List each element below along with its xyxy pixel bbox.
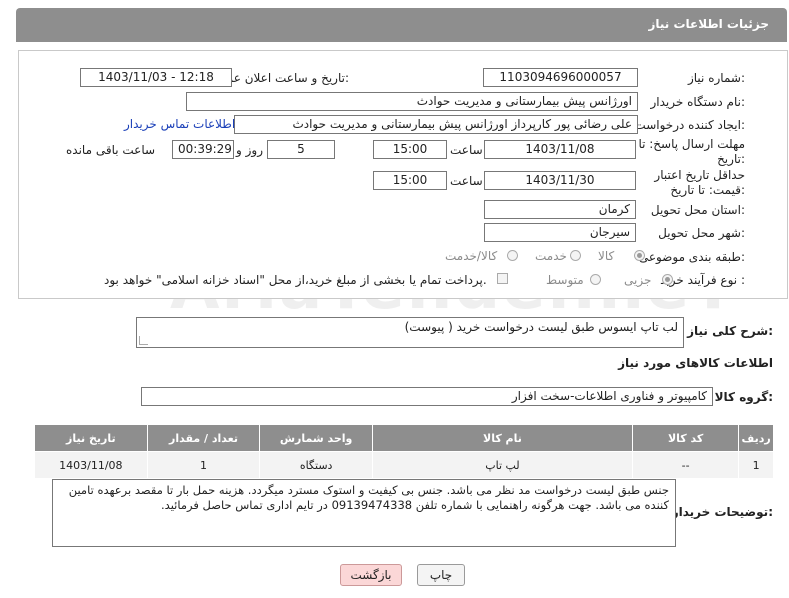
- category-radio-goods-service[interactable]: [507, 250, 518, 261]
- purchase-radio-minor[interactable]: [662, 274, 673, 285]
- goods-section-title: اطلاعات کالاهای مورد نیاز: [618, 356, 773, 370]
- reply-deadline-date: 1403/11/08: [484, 140, 636, 159]
- category-option-service: خدمت: [535, 249, 567, 263]
- col-header-row-number: ردیف: [738, 424, 774, 452]
- print-button[interactable]: چاپ: [417, 564, 465, 586]
- buyer-notes-field: جنس طبق لیست درخواست مد نظر می باشد. جنس…: [52, 479, 676, 547]
- city-field: سیرجان: [484, 223, 636, 242]
- cell-row-number: 1: [738, 451, 774, 479]
- announce-datetime-field: 1403/11/03 - 12:18: [80, 68, 232, 87]
- cell-item-name: لپ تاپ: [371, 451, 633, 479]
- page-title: جزئیات اطلاعات نیاز: [648, 17, 769, 31]
- items-table: ردیف کد کالا نام کالا واحد شمارش تعداد /…: [34, 424, 774, 479]
- back-button[interactable]: بازگشت: [340, 564, 402, 586]
- min-validity-date: 1403/11/30: [484, 171, 636, 190]
- purchase-option-minor: جزیی: [624, 273, 652, 287]
- category-label: طبقه بندی موضوعی:: [638, 250, 745, 264]
- category-option-goods: کالا: [598, 249, 615, 263]
- cell-item-code: --: [631, 451, 740, 479]
- province-label: استان محل تحویل:: [650, 203, 745, 217]
- col-header-quantity: تعداد / مقدار: [146, 424, 261, 452]
- category-option-goods-service: کالا/خدمت: [445, 249, 498, 263]
- resize-handle-icon[interactable]: [139, 336, 148, 345]
- buyer-org-field: اورژانس پیش بیمارستانی و مدیریت حوادث: [186, 92, 638, 111]
- province-field: کرمان: [484, 200, 636, 219]
- requester-label: ایجاد کننده درخواست:: [634, 118, 745, 132]
- table-row: 1 -- لپ تاپ دستگاه 1 1403/11/08: [34, 451, 774, 479]
- category-radio-service[interactable]: [570, 250, 581, 261]
- min-validity-label: حداقل تاریخ اعتبار قیمت: تا تاریخ:: [654, 168, 745, 197]
- min-validity-time: 15:00: [373, 171, 447, 190]
- cell-need-date: 1403/11/08: [34, 451, 148, 479]
- col-header-item-name: نام کالا: [371, 424, 633, 452]
- buyer-contact-link[interactable]: اطلاعات تماس خریدار: [124, 117, 235, 131]
- col-header-unit: واحد شمارش: [259, 424, 373, 452]
- page-header: جزئیات اطلاعات نیاز: [16, 8, 787, 42]
- reply-deadline-label: مهلت ارسال پاسخ: تا تاریخ:: [638, 137, 745, 166]
- city-label: شهر محل تحویل:: [658, 226, 745, 240]
- col-header-item-code: کد کالا: [631, 424, 740, 452]
- need-number-label: شماره نیاز:: [687, 71, 745, 85]
- col-header-need-date: تاریخ نیاز: [34, 424, 148, 452]
- buyer-notes-text: جنس طبق لیست درخواست مد نظر می باشد. جنس…: [68, 483, 669, 512]
- purchase-radio-medium[interactable]: [590, 274, 601, 285]
- category-radio-goods[interactable]: [634, 250, 645, 261]
- treasury-note: پرداخت تمام یا بخشی از مبلغ خرید،از محل …: [104, 273, 487, 287]
- treasury-checkbox[interactable]: [497, 273, 508, 284]
- goods-group-field: کامپیوتر و فناوری اطلاعات-سخت افزار: [141, 387, 713, 406]
- summary-label: شرح کلی نیاز:: [687, 324, 773, 338]
- remaining-time-label: ساعت باقی مانده: [66, 143, 156, 157]
- cell-unit: دستگاه: [259, 451, 373, 479]
- remaining-time-field: 00:39:29: [172, 140, 234, 159]
- buyer-org-label: نام دستگاه خریدار:: [650, 95, 746, 109]
- goods-group-label: گروه کالا:: [714, 390, 773, 404]
- requester-field: علی رضائی پور کارپرداز اورژانس پیش بیمار…: [234, 115, 638, 134]
- buyer-notes-label: توضیحات خریدار:: [671, 505, 773, 519]
- summary-field: لب تاپ ایسوس طبق لیست درخواست خرید ( پیو…: [136, 317, 684, 348]
- min-validity-time-label: ساعت: [450, 174, 483, 188]
- reply-deadline-time: 15:00: [373, 140, 447, 159]
- need-number-field: 1103094696000057: [483, 68, 638, 87]
- reply-days-label: روز و: [236, 143, 263, 157]
- summary-text: لب تاپ ایسوس طبق لیست درخواست خرید ( پیو…: [404, 320, 678, 334]
- reply-days-field: 5: [267, 140, 335, 159]
- items-table-header: ردیف کد کالا نام کالا واحد شمارش تعداد /…: [34, 424, 774, 452]
- purchase-option-medium: متوسط: [546, 273, 584, 287]
- cell-quantity: 1: [146, 451, 261, 479]
- reply-deadline-time-label: ساعت: [450, 143, 483, 157]
